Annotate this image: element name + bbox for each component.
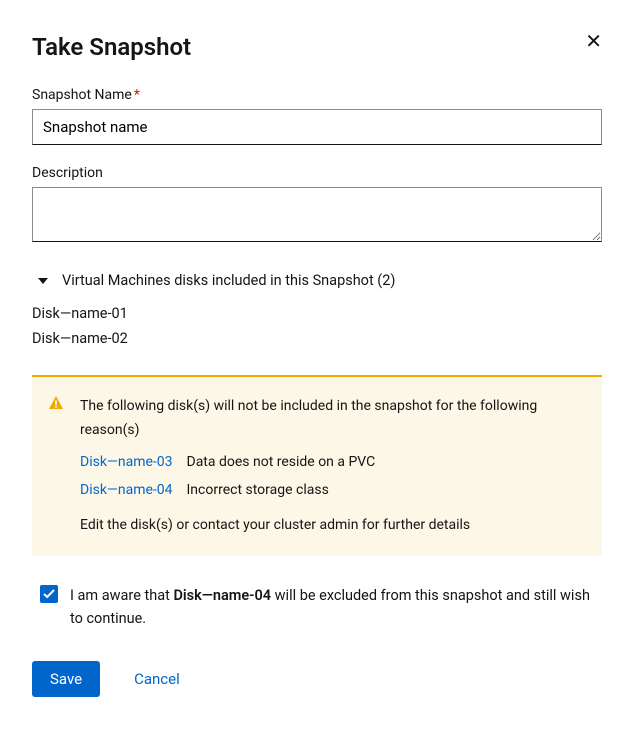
- take-snapshot-modal: Take Snapshot ✕ Snapshot Name* Descripti…: [0, 0, 634, 729]
- disks-toggle-label: Virtual Machines disks included in this …: [62, 272, 395, 289]
- required-indicator: *: [134, 87, 140, 103]
- warning-body: The following disk(s) will not be includ…: [80, 395, 586, 538]
- chevron-down-icon: [38, 278, 48, 284]
- list-item: Disk—name-02: [32, 326, 602, 351]
- list-item: Disk—name-01: [32, 301, 602, 326]
- consent-label[interactable]: I am aware that Disk—name-04 will be exc…: [70, 584, 602, 630]
- snapshot-name-label-text: Snapshot Name: [32, 87, 132, 103]
- modal-title: Take Snapshot: [32, 32, 191, 63]
- warning-header: The following disk(s) will not be includ…: [80, 395, 586, 443]
- save-button[interactable]: Save: [32, 661, 100, 697]
- check-icon: [43, 589, 55, 599]
- consent-checkbox[interactable]: [40, 585, 58, 603]
- excluded-disks-table: Disk—name-03 Data does not reside on a P…: [80, 449, 586, 505]
- close-icon: ✕: [585, 31, 602, 53]
- excluded-disk-link[interactable]: Disk—name-04: [80, 479, 173, 503]
- warning-icon: [48, 395, 64, 415]
- snapshot-name-input[interactable]: [32, 109, 602, 145]
- description-group: Description: [32, 165, 602, 246]
- consent-bold: Disk—name-04: [173, 587, 271, 604]
- table-row: Disk—name-03 Data does not reside on a P…: [80, 449, 586, 477]
- warning-alert: The following disk(s) will not be includ…: [32, 375, 602, 556]
- modal-header: Take Snapshot ✕: [32, 32, 602, 63]
- excluded-disk-reason: Incorrect storage class: [187, 479, 329, 503]
- consent-group: I am aware that Disk—name-04 will be exc…: [40, 584, 602, 630]
- snapshot-name-group: Snapshot Name*: [32, 87, 602, 145]
- snapshot-name-label: Snapshot Name*: [32, 87, 602, 103]
- description-textarea[interactable]: [32, 187, 602, 242]
- consent-prefix: I am aware that: [70, 587, 173, 604]
- included-disks-list: Disk—name-01 Disk—name-02: [32, 301, 602, 351]
- cancel-button[interactable]: Cancel: [116, 661, 198, 697]
- table-row: Disk—name-04 Incorrect storage class: [80, 477, 586, 505]
- disks-expandable: Virtual Machines disks included in this …: [32, 266, 602, 295]
- disks-toggle-button[interactable]: Virtual Machines disks included in this …: [32, 266, 395, 295]
- modal-actions: Save Cancel: [32, 661, 602, 697]
- excluded-disk-link[interactable]: Disk—name-03: [80, 451, 173, 475]
- excluded-disk-reason: Data does not reside on a PVC: [187, 451, 376, 475]
- description-label: Description: [32, 165, 602, 181]
- close-button[interactable]: ✕: [585, 32, 602, 52]
- warning-footer: Edit the disk(s) or contact your cluster…: [80, 514, 586, 538]
